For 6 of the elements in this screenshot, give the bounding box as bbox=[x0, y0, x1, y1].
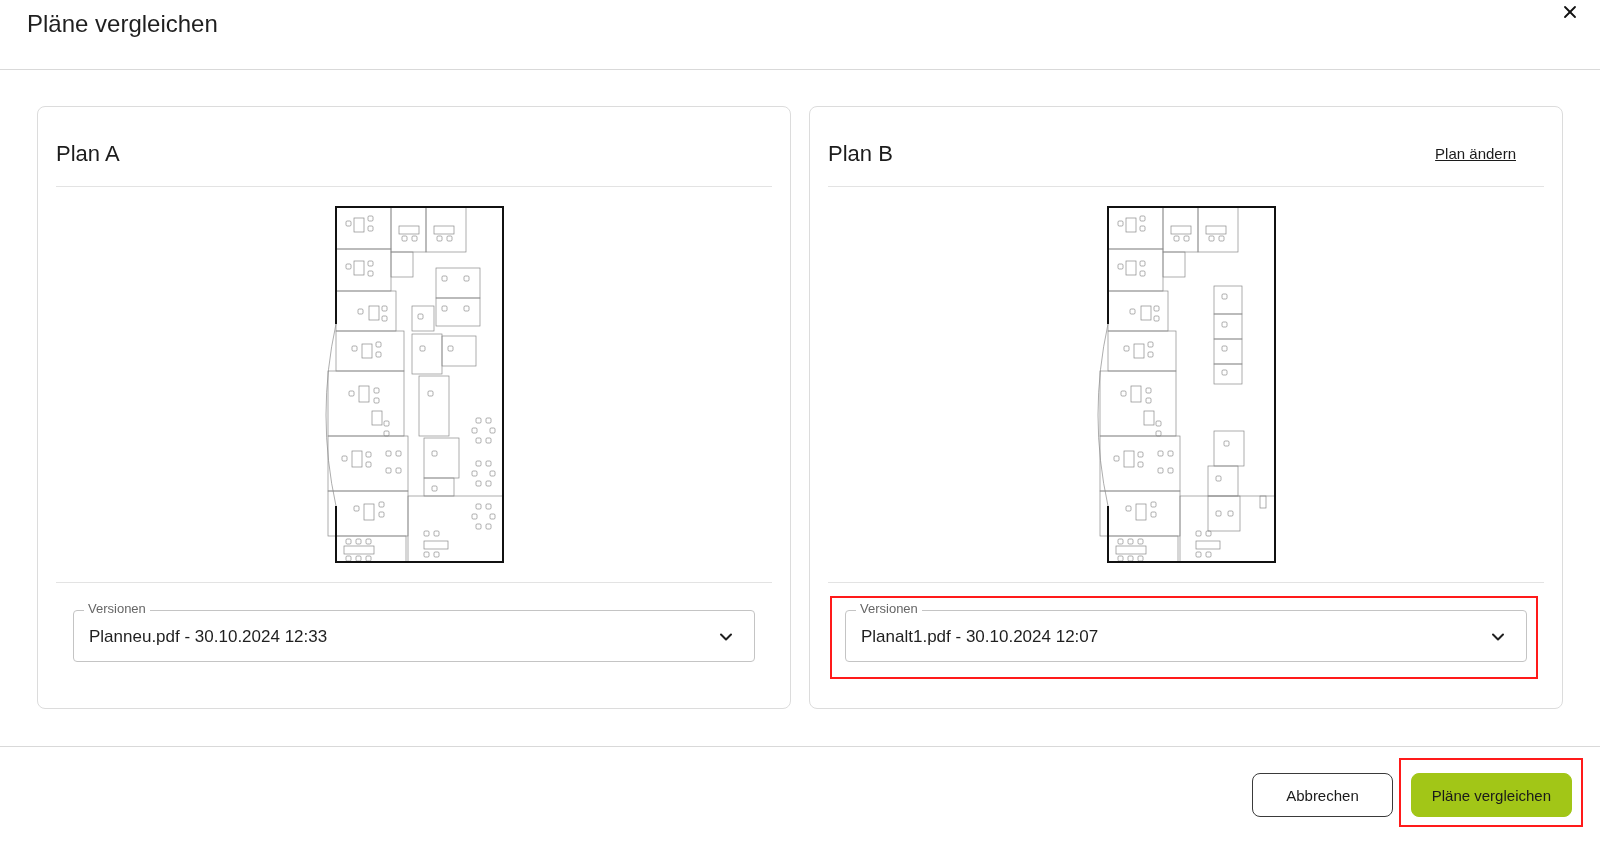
plan-title: Plan A bbox=[56, 139, 120, 168]
change-plan-link[interactable]: Plan ändern bbox=[1435, 145, 1516, 162]
dialog-title: Pläne vergleichen bbox=[27, 9, 218, 39]
plan-title: Plan B bbox=[828, 139, 893, 168]
compare-button[interactable]: Pläne vergleichen bbox=[1410, 773, 1572, 817]
cancel-button[interactable]: Abbrechen bbox=[1252, 773, 1393, 817]
